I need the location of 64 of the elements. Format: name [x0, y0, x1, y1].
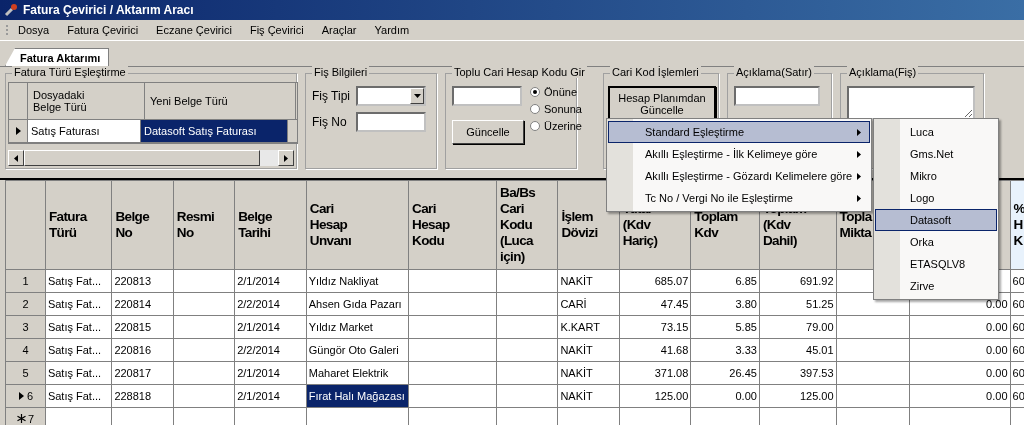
row-number: 5 [22, 367, 29, 379]
column-header: Ba/Bs Cari Kodu (Luca için) [496, 180, 558, 270]
column-header: Resmi No [173, 180, 235, 270]
row-header[interactable]: 5 [5, 361, 46, 385]
input-field[interactable] [452, 86, 522, 106]
row-header[interactable]: 1 [5, 269, 46, 293]
group-title: Fiş Bilgileri [312, 66, 370, 78]
row-number: 6 [26, 390, 33, 402]
menu-item[interactable]: Akıllı Eşleştirme - İlk Kelimeye göre [608, 143, 870, 165]
group-title: Toplu Cari Hesap Kodu Gir [452, 66, 587, 78]
radio-icon[interactable] [530, 87, 540, 97]
field-label: Fiş No [312, 115, 348, 129]
menu-item[interactable]: Eczane Çevirici [147, 22, 241, 38]
column-header: Cari Hesap Unvanı [306, 180, 409, 270]
scroll-left-icon[interactable] [14, 154, 18, 162]
column-header: Fatura Türü [45, 180, 112, 270]
menu-item[interactable]: Fatura Çevirici [58, 22, 148, 38]
update-button[interactable]: Güncelle [452, 120, 524, 144]
grip-icon [6, 24, 9, 36]
row-number: 4 [22, 344, 29, 356]
radio-button[interactable]: Sonuna [530, 103, 582, 115]
menu-item[interactable]: Datasoft [875, 209, 997, 231]
column-header: Belge Tarihi [234, 180, 307, 270]
menu-item[interactable]: Dosya [9, 22, 59, 38]
menu-item[interactable]: Yardım [365, 22, 419, 38]
radio-icon[interactable] [530, 104, 540, 114]
column-header: Yeni Belge Türü [145, 83, 296, 119]
radio-icon[interactable] [530, 121, 540, 131]
column-header: Dosyadaki Belge Türü [28, 83, 145, 119]
menu-item[interactable]: Standard Eşleştirme [608, 121, 870, 143]
dropdown-arrow-icon[interactable] [413, 94, 421, 98]
scroll-right-icon[interactable] [284, 154, 288, 162]
group-title: Açıklama(Satır) [734, 66, 814, 78]
row-header[interactable]: 4 [5, 338, 46, 362]
window-title: Fatura Çevirici / Aktarım Aracı [23, 3, 194, 17]
menu-item[interactable]: Araçlar [312, 22, 366, 38]
group-title: Cari Kod İşlemleri [610, 66, 701, 78]
column-header: Cari Hesap Kodu [408, 180, 497, 270]
column-header: Belge No [111, 180, 174, 270]
input-field[interactable] [734, 86, 820, 106]
row-number: 3 [22, 321, 29, 333]
menu-item[interactable]: Luca [875, 121, 997, 143]
tab[interactable]: Fatura Aktarımı [5, 48, 110, 66]
table-cell[interactable]: Datasoft Satış Faturası [141, 120, 288, 142]
menu-item[interactable]: Gms.Net [875, 143, 997, 165]
dropdown[interactable] [356, 86, 426, 106]
row-number: 7 [27, 412, 34, 425]
column-header: İşlem Dövizi [557, 180, 620, 270]
horizontal-scrollbar[interactable] [8, 150, 294, 166]
group-title: Fatura Türü Eşleştirme [12, 66, 128, 78]
row-number: 1 [22, 275, 29, 287]
group-title: Açıklama(Fiş) [847, 66, 919, 78]
radio-button[interactable]: Üzerine [530, 120, 582, 132]
row-header[interactable]: 6 [5, 384, 46, 408]
radio-button[interactable]: Önüne [530, 86, 582, 98]
field-label: Fiş Tipi [312, 89, 350, 103]
row-header[interactable]: 2 [5, 292, 46, 316]
input-field[interactable] [356, 112, 426, 132]
row-number: 2 [22, 298, 29, 310]
input-field[interactable] [847, 86, 975, 120]
wrench-icon [4, 3, 18, 17]
table-cell[interactable]: Satış Faturası [28, 120, 141, 142]
menu-item[interactable]: Fiş Çevirici [240, 22, 313, 38]
row-header[interactable]: 3 [5, 315, 46, 339]
